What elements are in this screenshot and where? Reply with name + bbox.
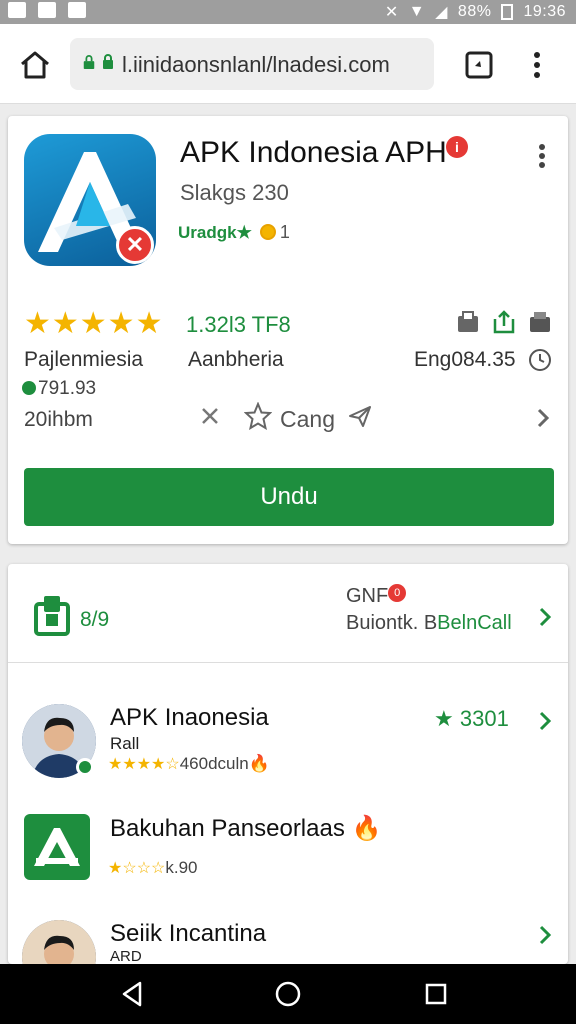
verified-star-icon: ★ <box>236 223 252 242</box>
status-bar: ✕ ▼ ◢ 88% 19:36 <box>0 0 576 24</box>
recent-apps-icon[interactable] <box>424 982 448 1006</box>
developer-count: 1 <box>279 222 290 242</box>
list-item-title: Bakuhan Panseorlaas 🔥 <box>110 814 381 843</box>
download-button[interactable]: Undu <box>24 468 554 526</box>
app-size: 1.32l3 TF8 <box>186 312 291 337</box>
signal-icon: ◢ <box>435 4 448 21</box>
list-item-subtitle: Rall <box>110 734 140 753</box>
lock-icon <box>103 54 113 69</box>
share-box-icon <box>493 310 515 334</box>
list-item-stars: ★☆☆☆ <box>108 860 166 877</box>
chevron-right-icon[interactable] <box>538 710 552 732</box>
list-item-rating-value: 3301 <box>459 706 509 731</box>
home-icon[interactable] <box>18 48 52 82</box>
downloads-row: 791.93 <box>22 378 96 400</box>
app-category: Pajlenmiesia <box>24 348 144 371</box>
online-status-icon <box>76 758 94 776</box>
storage-icon <box>530 312 550 332</box>
apk-app-icon <box>34 828 80 866</box>
lock-icon <box>83 55 95 69</box>
system-nav-bar <box>0 964 576 1024</box>
info-badge: i <box>446 136 468 158</box>
app-icon <box>24 814 90 880</box>
notification-badge: 0 <box>388 584 407 602</box>
fire-icon: 🔥 <box>248 754 270 773</box>
send-icon[interactable] <box>348 404 372 428</box>
list-item-title: Seiik Incantina <box>110 920 267 947</box>
overflow-menu-icon[interactable] <box>526 48 548 82</box>
tabs-icon[interactable] <box>464 50 494 80</box>
section-label: GNF <box>346 585 389 607</box>
list-item[interactable]: APK Inaonesia Rall ★★★★☆460dculn🔥 ★ 3301 <box>8 700 568 800</box>
related-card: 8/9 GNF 0 Buiontk. BBelnCall APK Inaonesi… <box>8 564 568 994</box>
fire-icon: 🔥 <box>351 815 382 842</box>
list-item-rating: ★ 3301 <box>434 706 509 732</box>
coin-icon <box>259 224 276 240</box>
battery-icon <box>501 4 514 20</box>
app-age: 20ihbm <box>24 408 93 431</box>
app-detail-card: ✕ APK Indonesia APH i Slakgs 230 Uradgk★… <box>8 116 568 544</box>
wifi-icon: ▼ <box>408 3 426 20</box>
developer-name: Uradgk <box>178 223 237 242</box>
list-item-title-text: Bakuhan Panseorlaas <box>110 815 345 842</box>
app-title: APK Indonesia APH <box>180 136 447 169</box>
battery-percent: 88% <box>457 3 492 20</box>
mute-icon: ✕ <box>384 4 399 21</box>
browser-toolbar: l.iinidaonsnlanl/lnadesi.com <box>0 24 576 104</box>
uninstall-badge-icon[interactable]: ✕ <box>116 226 154 264</box>
home-circle-icon[interactable] <box>274 980 302 1008</box>
rating-stars: ★★★★★ <box>24 307 164 340</box>
section-line1: GNF 0 <box>346 584 407 608</box>
list-item-meta: ★★★★☆460dculn🔥 <box>108 754 270 774</box>
close-icon[interactable] <box>198 404 222 428</box>
chevron-right-icon[interactable] <box>538 924 552 946</box>
section-prefix: Buiontk. B <box>346 612 438 634</box>
url-text: l.iinidaonsnlanl/lnadesi.com <box>122 52 390 77</box>
notification-icon <box>38 2 56 18</box>
section-link[interactable]: BelnCall <box>437 612 511 634</box>
star-outline-icon[interactable] <box>244 402 272 430</box>
section-count: 8/9 <box>80 608 110 631</box>
list-item-subtitle: ARD <box>110 948 142 965</box>
verified-icon <box>22 381 36 395</box>
feature-icons <box>456 310 552 334</box>
app-version: Eng084.35 <box>414 348 516 371</box>
address-bar[interactable]: l.iinidaonsnlanl/lnadesi.com <box>70 38 434 90</box>
app-subtitle: Slakgs 230 <box>180 180 289 205</box>
list-item[interactable]: Bakuhan Panseorlaas 🔥 ★☆☆☆k.90 <box>8 806 568 906</box>
notification-icons <box>8 2 86 18</box>
list-item-meta-text: k.90 <box>165 858 198 877</box>
clock-time: 19:36 <box>523 3 566 20</box>
list-item-title: APK Inaonesia <box>110 704 269 731</box>
status-right: ✕ ▼ ◢ 88% 19:36 <box>385 2 566 22</box>
list-item-meta-text: 460dculn <box>179 754 249 773</box>
developer-row[interactable]: Uradgk★ 1 <box>178 222 290 243</box>
section-line2[interactable]: Buiontk. BBelnCall <box>346 612 512 635</box>
star-icon: ★ <box>434 706 454 731</box>
chevron-right-icon[interactable] <box>538 606 552 628</box>
apps-folder-icon <box>34 596 70 636</box>
chevron-right-icon[interactable] <box>536 406 550 430</box>
collection-label[interactable]: Cang <box>280 406 335 433</box>
back-icon[interactable] <box>118 980 146 1008</box>
clock-icon <box>529 349 551 371</box>
list-item-meta: ★☆☆☆k.90 <box>108 858 198 878</box>
divider <box>8 662 568 663</box>
card-menu-icon[interactable] <box>534 142 550 170</box>
list-item-stars: ★★★★☆ <box>108 756 180 773</box>
app-publisher: Aanbheria <box>188 348 284 371</box>
notification-icon <box>68 2 86 18</box>
install-icon <box>458 311 478 332</box>
notification-icon <box>8 2 26 18</box>
downloads-count: 791.93 <box>38 378 97 399</box>
